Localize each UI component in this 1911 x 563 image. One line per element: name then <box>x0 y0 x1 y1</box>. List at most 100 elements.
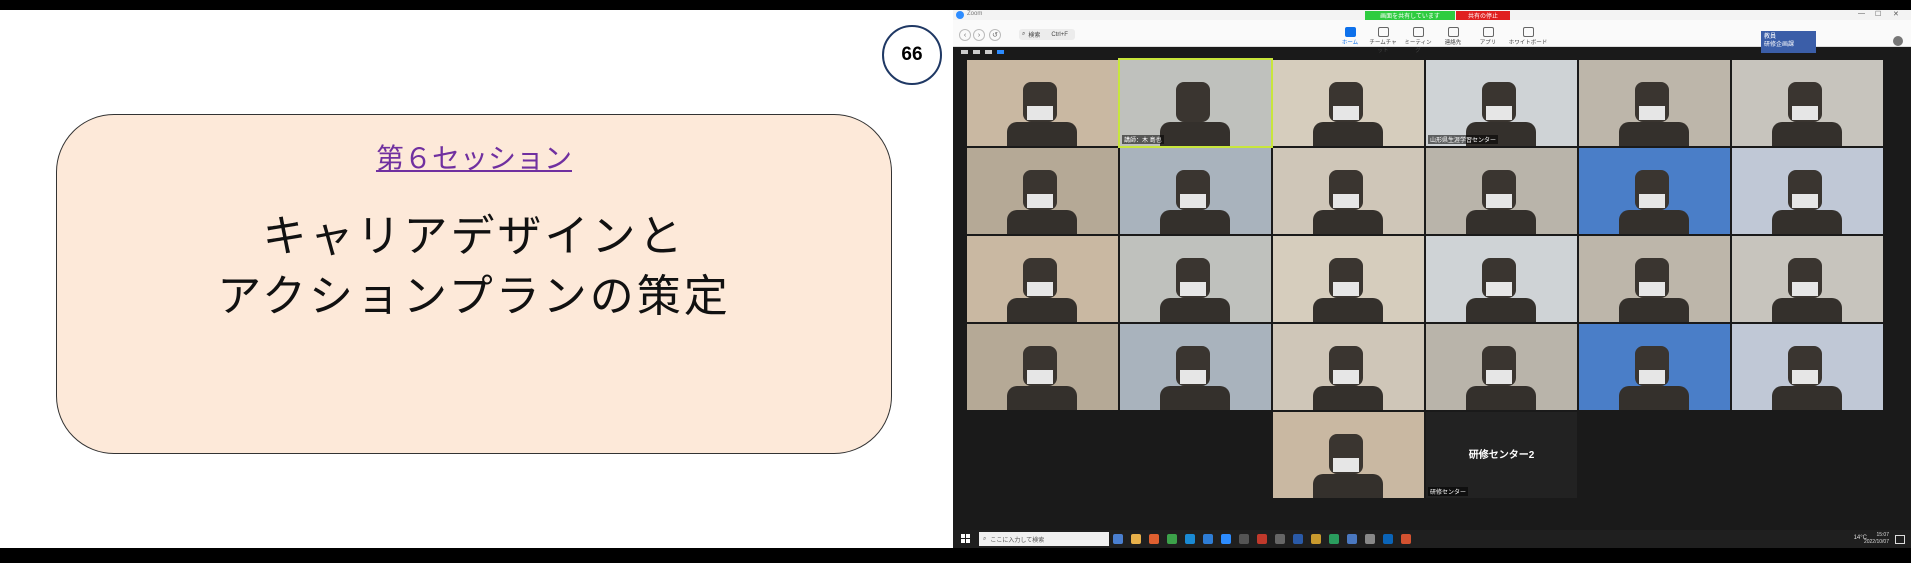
gallery-view-icon[interactable] <box>985 50 992 54</box>
windows-taskbar: ⌕ ここに入力して検索 14°C 15:07 2022/10/07 <box>953 530 1911 548</box>
participant-tile[interactable] <box>1579 236 1730 322</box>
participant-tile[interactable] <box>1120 324 1271 410</box>
participant-tile[interactable] <box>1732 60 1883 146</box>
participant-tile[interactable] <box>967 60 1118 146</box>
participant-tile[interactable] <box>1273 236 1424 322</box>
participant-tile[interactable] <box>1273 412 1424 498</box>
tab-label: ホワイトボード <box>1508 40 1548 46</box>
participant-tile[interactable] <box>1732 324 1883 410</box>
face-mask <box>1792 194 1818 208</box>
face-mask <box>1027 282 1053 296</box>
forward-button[interactable]: › <box>973 29 985 41</box>
file-explorer-icon[interactable] <box>1131 534 1141 544</box>
face-mask <box>1792 106 1818 120</box>
app-icon[interactable] <box>1239 534 1249 544</box>
tab-label: ホーム <box>1341 40 1359 46</box>
history-icon[interactable]: ↺ <box>989 29 1001 41</box>
speaker-view-icon[interactable] <box>973 50 980 54</box>
minimize-icon[interactable]: — <box>1858 10 1865 17</box>
face-mask <box>1639 370 1665 384</box>
share-status-text: 画面を共有しています <box>1380 14 1440 20</box>
zoom-titlebar: Zoom 画面を共有しています 共有の停止 — ☐ ✕ <box>953 10 1911 20</box>
participant-tile[interactable]: 研修センター2 研修センター <box>1426 412 1577 498</box>
participant-tile[interactable] <box>967 236 1118 322</box>
app-name: Zoom <box>967 11 983 17</box>
participant-tile[interactable] <box>967 324 1118 410</box>
edge-icon[interactable] <box>1203 534 1213 544</box>
skype-icon[interactable] <box>1185 534 1195 544</box>
search-icon: ⌕ <box>983 535 987 542</box>
stop-share-button[interactable]: 共有の停止 <box>1456 11 1510 20</box>
participant-tile[interactable] <box>1579 60 1730 146</box>
participant-name-label: 研修センター <box>1428 487 1469 496</box>
app-icon[interactable] <box>1275 534 1285 544</box>
face-mask <box>1639 282 1665 296</box>
close-icon[interactable]: ✕ <box>1893 10 1899 18</box>
back-button[interactable]: ‹ <box>959 29 971 41</box>
powerpoint-icon[interactable] <box>1401 534 1411 544</box>
record-icon[interactable] <box>1257 534 1267 544</box>
face-mask <box>1792 282 1818 296</box>
tab-home[interactable]: ホーム <box>1335 27 1365 46</box>
app-icon[interactable] <box>1311 534 1321 544</box>
page-number-badge: 66 <box>882 25 942 85</box>
participant-name-label: 講師：木 島也 <box>1122 135 1164 144</box>
participant-body <box>1772 386 1842 410</box>
participant-body <box>1619 298 1689 322</box>
participant-tile[interactable]: 山形県生涯学習センター <box>1426 60 1577 146</box>
chrome-icon[interactable] <box>1167 534 1177 544</box>
excel-icon[interactable] <box>1329 534 1339 544</box>
tab-whiteboard[interactable]: ホワイトボード <box>1508 27 1548 46</box>
participant-tile[interactable] <box>1426 324 1577 410</box>
participant-tile[interactable] <box>1579 324 1730 410</box>
notification-icon[interactable] <box>1895 535 1905 544</box>
tab-apps[interactable]: アプリ <box>1473 27 1503 46</box>
face-mask <box>1639 106 1665 120</box>
avatar[interactable] <box>1893 36 1903 46</box>
participant-tile[interactable] <box>1426 236 1577 322</box>
participant-tile[interactable] <box>1273 60 1424 146</box>
participant-tile[interactable] <box>1273 148 1424 234</box>
face-mask <box>1486 282 1512 296</box>
participant-tile[interactable] <box>967 148 1118 234</box>
tab-label: アプリ <box>1479 40 1497 46</box>
apps-icon <box>1482 27 1494 37</box>
participant-tile[interactable] <box>1732 148 1883 234</box>
task-view-icon[interactable] <box>1113 534 1123 544</box>
firefox-icon[interactable] <box>1149 534 1159 544</box>
participant-body <box>1313 210 1383 234</box>
share-status-badge[interactable]: 画面を共有しています <box>1365 11 1455 20</box>
minimize-view-icon[interactable] <box>961 50 968 54</box>
bottom-black-bar <box>0 548 1911 563</box>
participant-body <box>1772 298 1842 322</box>
participant-tile[interactable] <box>1273 324 1424 410</box>
app-icon[interactable] <box>1365 534 1375 544</box>
taskbar-search[interactable]: ⌕ ここに入力して検索 <box>979 532 1109 546</box>
participant-tile[interactable] <box>1120 236 1271 322</box>
participant-body <box>1160 122 1230 146</box>
participant-tile[interactable] <box>1426 148 1577 234</box>
word-icon[interactable] <box>1293 534 1303 544</box>
grid-view-icon[interactable] <box>997 50 1004 54</box>
participant-tile[interactable] <box>1120 148 1271 234</box>
face-mask <box>1333 106 1359 120</box>
app-icon[interactable] <box>1347 534 1357 544</box>
title-box: 第６セッション キャリアデザインと アクションプランの策定 <box>56 114 892 454</box>
outlook-icon[interactable] <box>1383 534 1393 544</box>
presentation-slide: 66 第６セッション キャリアデザインと アクションプランの策定 <box>0 10 953 548</box>
participant-body <box>1007 210 1077 234</box>
face-mask <box>1333 282 1359 296</box>
clock[interactable]: 15:07 2022/10/07 <box>1864 532 1889 546</box>
tab-contacts[interactable]: 連絡先 <box>1438 27 1468 46</box>
participant-tile[interactable] <box>1732 236 1883 322</box>
maximize-icon[interactable]: ☐ <box>1875 10 1881 18</box>
windows-start-icon[interactable] <box>961 534 971 544</box>
face-mask <box>1027 106 1053 120</box>
search-box[interactable]: ⌕ 検索 Ctrl+F <box>1019 29 1075 40</box>
main-title: キャリアデザインと アクションプランの策定 <box>217 211 731 322</box>
participant-tile[interactable] <box>1579 148 1730 234</box>
participant-tile[interactable]: 講師：木 島也 <box>1118 58 1273 148</box>
zoom-taskbar-icon[interactable] <box>1221 534 1231 544</box>
whiteboard-icon <box>1522 27 1534 37</box>
contacts-icon <box>1447 27 1459 37</box>
